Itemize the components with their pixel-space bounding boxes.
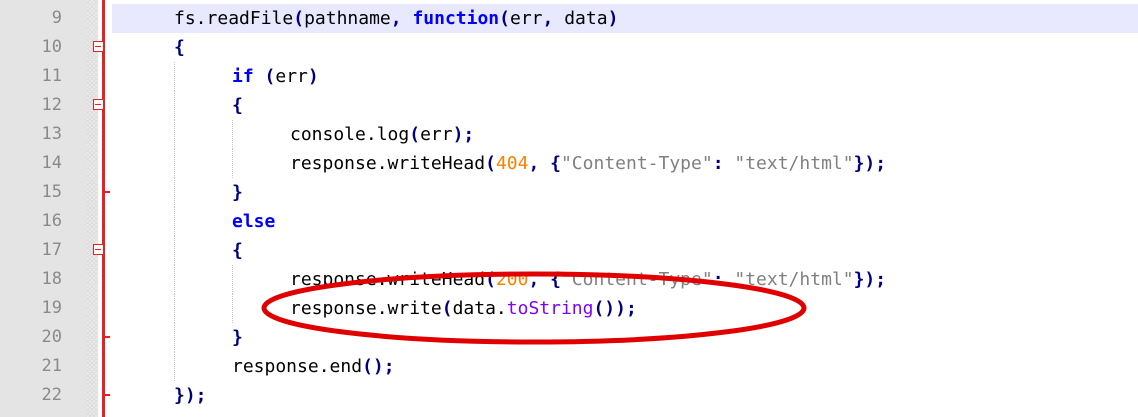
highlight-ellipse bbox=[261, 271, 807, 345]
code-editor[interactable]: 9 fs.readFile(pathname, function(err, dat… bbox=[0, 0, 1138, 417]
